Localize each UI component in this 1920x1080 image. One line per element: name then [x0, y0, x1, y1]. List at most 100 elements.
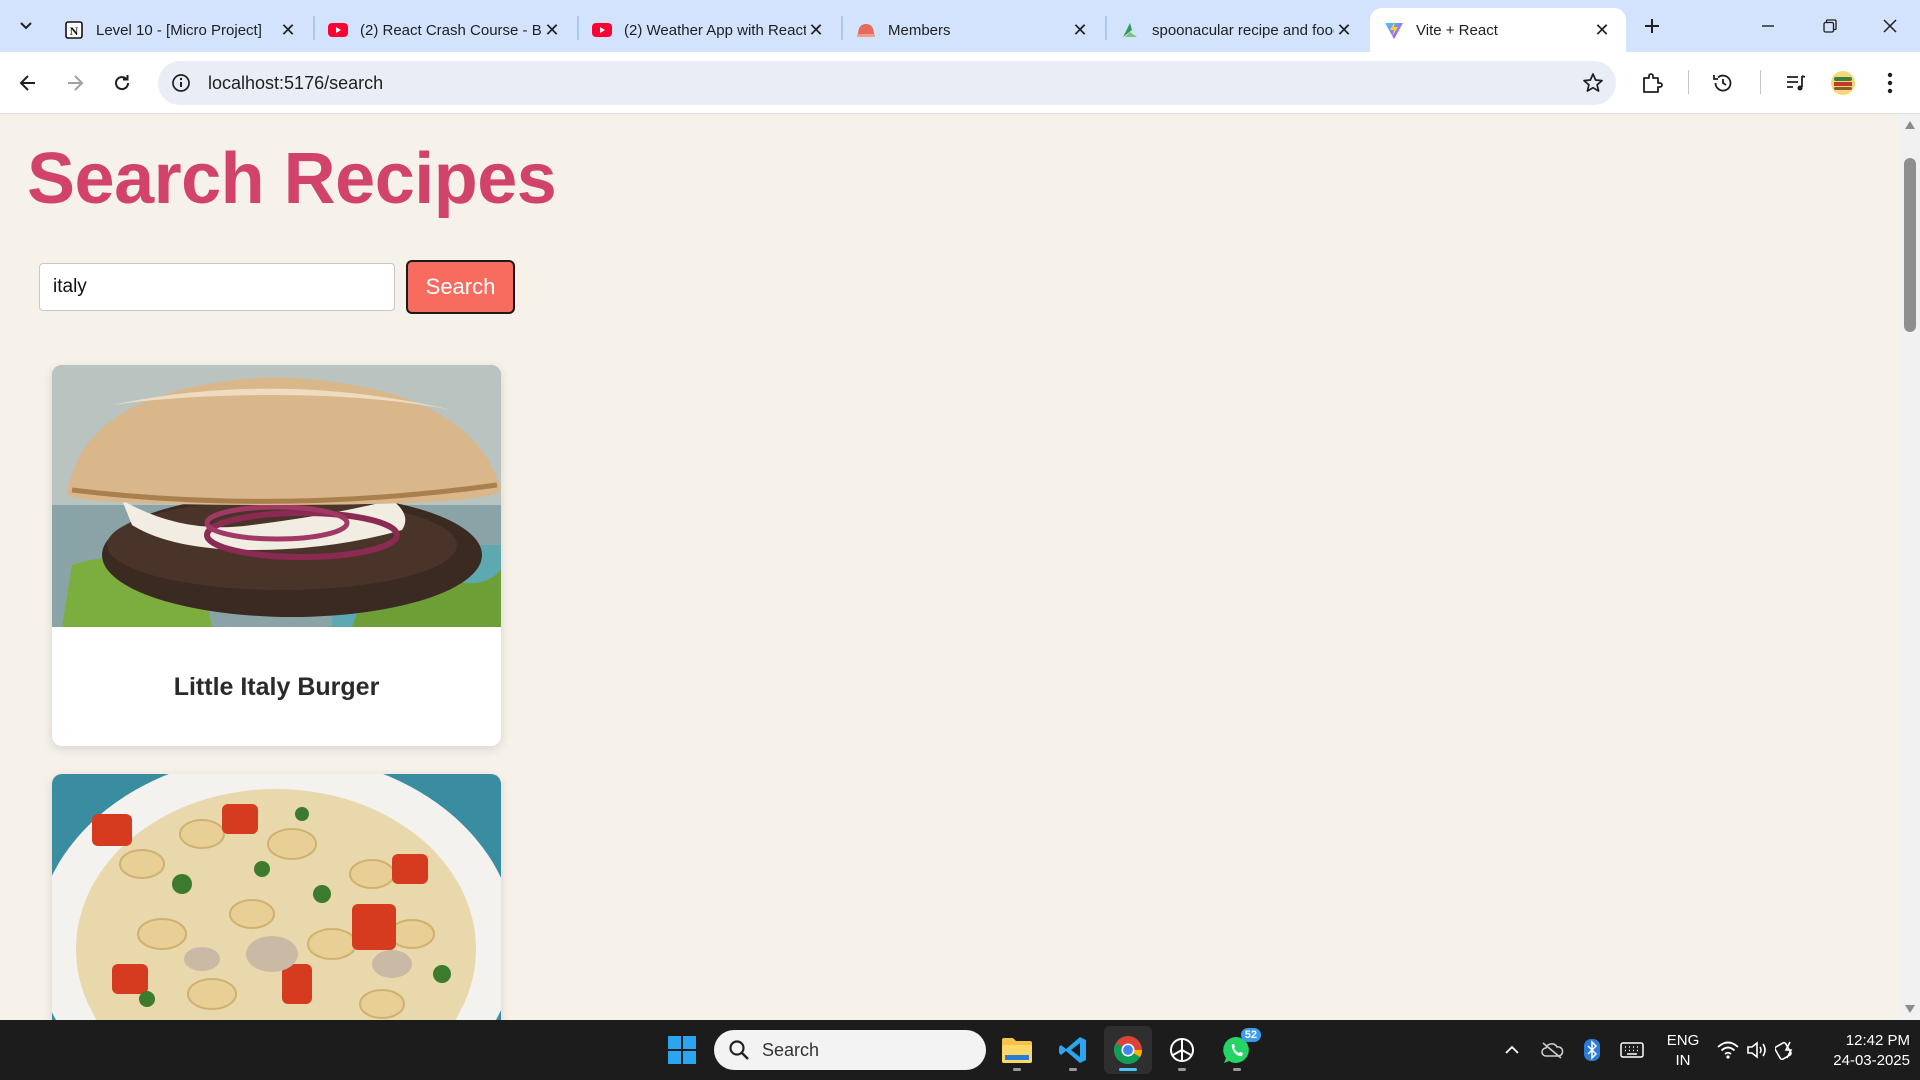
close-window-button[interactable] — [1860, 0, 1920, 52]
region-code: IN — [1675, 1052, 1691, 1069]
tab-members[interactable]: Members ✕ — [842, 8, 1104, 52]
chatgpt-icon — [1170, 1038, 1194, 1062]
playlist-music-icon — [1787, 75, 1806, 91]
keyboard-icon[interactable] — [1620, 1038, 1644, 1062]
tab-title: (2) React Crash Course - Bu — [360, 21, 542, 39]
search-button[interactable]: Search — [406, 260, 515, 314]
puzzle-icon — [1643, 73, 1663, 93]
taskbar-whatsapp[interactable]: 52 — [1213, 1026, 1261, 1074]
close-icon[interactable]: ✕ — [542, 20, 562, 40]
page-scrollbar[interactable] — [1900, 114, 1920, 1020]
tab-strip: N Level 10 - [Micro Project] ✕ (2) React… — [0, 0, 1920, 52]
minimize-button[interactable] — [1738, 0, 1798, 52]
recipe-card[interactable] — [52, 774, 501, 1020]
address-bar[interactable]: localhost:5176/search — [158, 61, 1616, 105]
tab-title: Level 10 - [Micro Project] — [96, 21, 262, 39]
tab-youtube-react[interactable]: (2) React Crash Course - Bu ✕ — [314, 8, 576, 52]
youtube-icon — [592, 20, 612, 40]
windows-taskbar: Search 52 ENG IN 12:42 PM 24-03-2025 — [0, 1020, 1920, 1080]
notion-icon: N — [64, 20, 84, 40]
tab-notion[interactable]: N Level 10 - [Micro Project] ✕ — [50, 8, 312, 52]
tab-spoonacular[interactable]: spoonacular recipe and food ✕ — [1106, 8, 1368, 52]
svg-text:N: N — [70, 24, 79, 38]
battery-charging-icon[interactable] — [1774, 1038, 1798, 1062]
taskbar-chatgpt[interactable] — [1158, 1026, 1206, 1074]
vscode-icon — [1059, 1037, 1086, 1063]
media-controls-button[interactable] — [1782, 69, 1810, 97]
bluetooth-icon[interactable] — [1580, 1038, 1604, 1062]
restore-button[interactable] — [1800, 0, 1860, 52]
page-content: Search Recipes Search Little Italy Burge… — [0, 114, 1900, 1020]
tab-vite-react[interactable]: Vite + React ✕ — [1370, 8, 1626, 52]
tab-search-button[interactable] — [10, 10, 42, 42]
close-icon[interactable]: ✕ — [1070, 20, 1090, 40]
running-indicator — [1119, 1068, 1137, 1071]
search-input[interactable] — [39, 263, 395, 311]
bookmark-star-icon[interactable] — [1582, 72, 1604, 94]
toolbar-divider — [1760, 70, 1761, 94]
scroll-thumb[interactable] — [1904, 158, 1916, 332]
running-indicator — [1069, 1068, 1077, 1071]
taskbar-file-explorer[interactable] — [993, 1026, 1041, 1074]
profile-avatar[interactable] — [1829, 69, 1857, 97]
tab-title: Vite + React — [1416, 21, 1498, 39]
tab-youtube-weather[interactable]: (2) Weather App with React ✕ — [578, 8, 840, 52]
clock-time: 12:42 PM — [1845, 1032, 1910, 1049]
arrow-left-icon — [19, 75, 35, 91]
vite-icon — [1384, 20, 1404, 40]
members-favicon — [856, 20, 876, 40]
language-code: ENG — [1666, 1032, 1700, 1049]
reload-button[interactable] — [104, 65, 140, 101]
new-tab-button[interactable] — [1636, 10, 1668, 42]
close-icon[interactable]: ✕ — [806, 20, 826, 40]
recipe-image-burger[interactable] — [52, 365, 501, 627]
toolbar-divider — [1688, 70, 1689, 94]
scroll-down-arrow-icon[interactable] — [1905, 1005, 1915, 1013]
taskbar-search-label: Search — [762, 1039, 820, 1060]
recipe-title[interactable]: Little Italy Burger — [52, 627, 501, 746]
reload-icon — [115, 75, 130, 91]
forward-button[interactable] — [57, 65, 93, 101]
restore-icon — [1823, 19, 1837, 33]
chrome-icon — [1114, 1036, 1142, 1064]
recipe-image-pasta-salad[interactable] — [52, 774, 501, 1020]
search-icon — [729, 1040, 749, 1060]
system-clock[interactable]: 12:42 PM 24-03-2025 — [1810, 1031, 1910, 1071]
tab-title: (2) Weather App with React — [624, 21, 806, 39]
taskbar-search[interactable]: Search — [714, 1030, 986, 1070]
back-button[interactable] — [10, 65, 46, 101]
running-indicator — [1178, 1068, 1186, 1071]
recipe-card[interactable]: Little Italy Burger — [52, 365, 501, 746]
extensions-button[interactable] — [1638, 69, 1666, 97]
history-button[interactable] — [1709, 69, 1737, 97]
taskbar-vscode[interactable] — [1049, 1026, 1097, 1074]
history-icon — [1713, 74, 1732, 92]
close-icon[interactable]: ✕ — [1334, 20, 1354, 40]
show-hidden-icons-button[interactable] — [1500, 1038, 1524, 1062]
onedrive-offline-icon[interactable] — [1540, 1038, 1564, 1062]
wifi-icon[interactable] — [1716, 1038, 1740, 1062]
taskbar-chrome[interactable] — [1104, 1026, 1152, 1074]
close-icon[interactable]: ✕ — [278, 20, 298, 40]
browser-toolbar: localhost:5176/search — [0, 52, 1920, 114]
running-indicator — [1233, 1068, 1241, 1071]
arrow-right-icon — [68, 75, 84, 91]
running-indicator — [1013, 1068, 1021, 1071]
tab-title: Members — [888, 21, 951, 39]
start-button[interactable] — [658, 1026, 706, 1074]
language-indicator[interactable]: ENG IN — [1663, 1031, 1703, 1071]
scroll-up-arrow-icon[interactable] — [1905, 121, 1915, 129]
site-info-icon[interactable] — [170, 72, 192, 94]
volume-icon[interactable] — [1745, 1038, 1769, 1062]
youtube-icon — [328, 20, 348, 40]
tab-title: spoonacular recipe and food — [1152, 21, 1334, 39]
chevron-up-icon — [1505, 1045, 1519, 1054]
close-icon[interactable]: ✕ — [1592, 20, 1612, 40]
plus-icon — [1645, 19, 1659, 33]
url-text: localhost:5176/search — [208, 72, 384, 93]
more-vertical-icon — [1887, 72, 1893, 94]
spoonacular-icon — [1120, 20, 1140, 40]
browser-menu-button[interactable] — [1876, 69, 1904, 97]
close-icon — [1883, 19, 1897, 33]
avatar-icon — [1831, 71, 1855, 95]
